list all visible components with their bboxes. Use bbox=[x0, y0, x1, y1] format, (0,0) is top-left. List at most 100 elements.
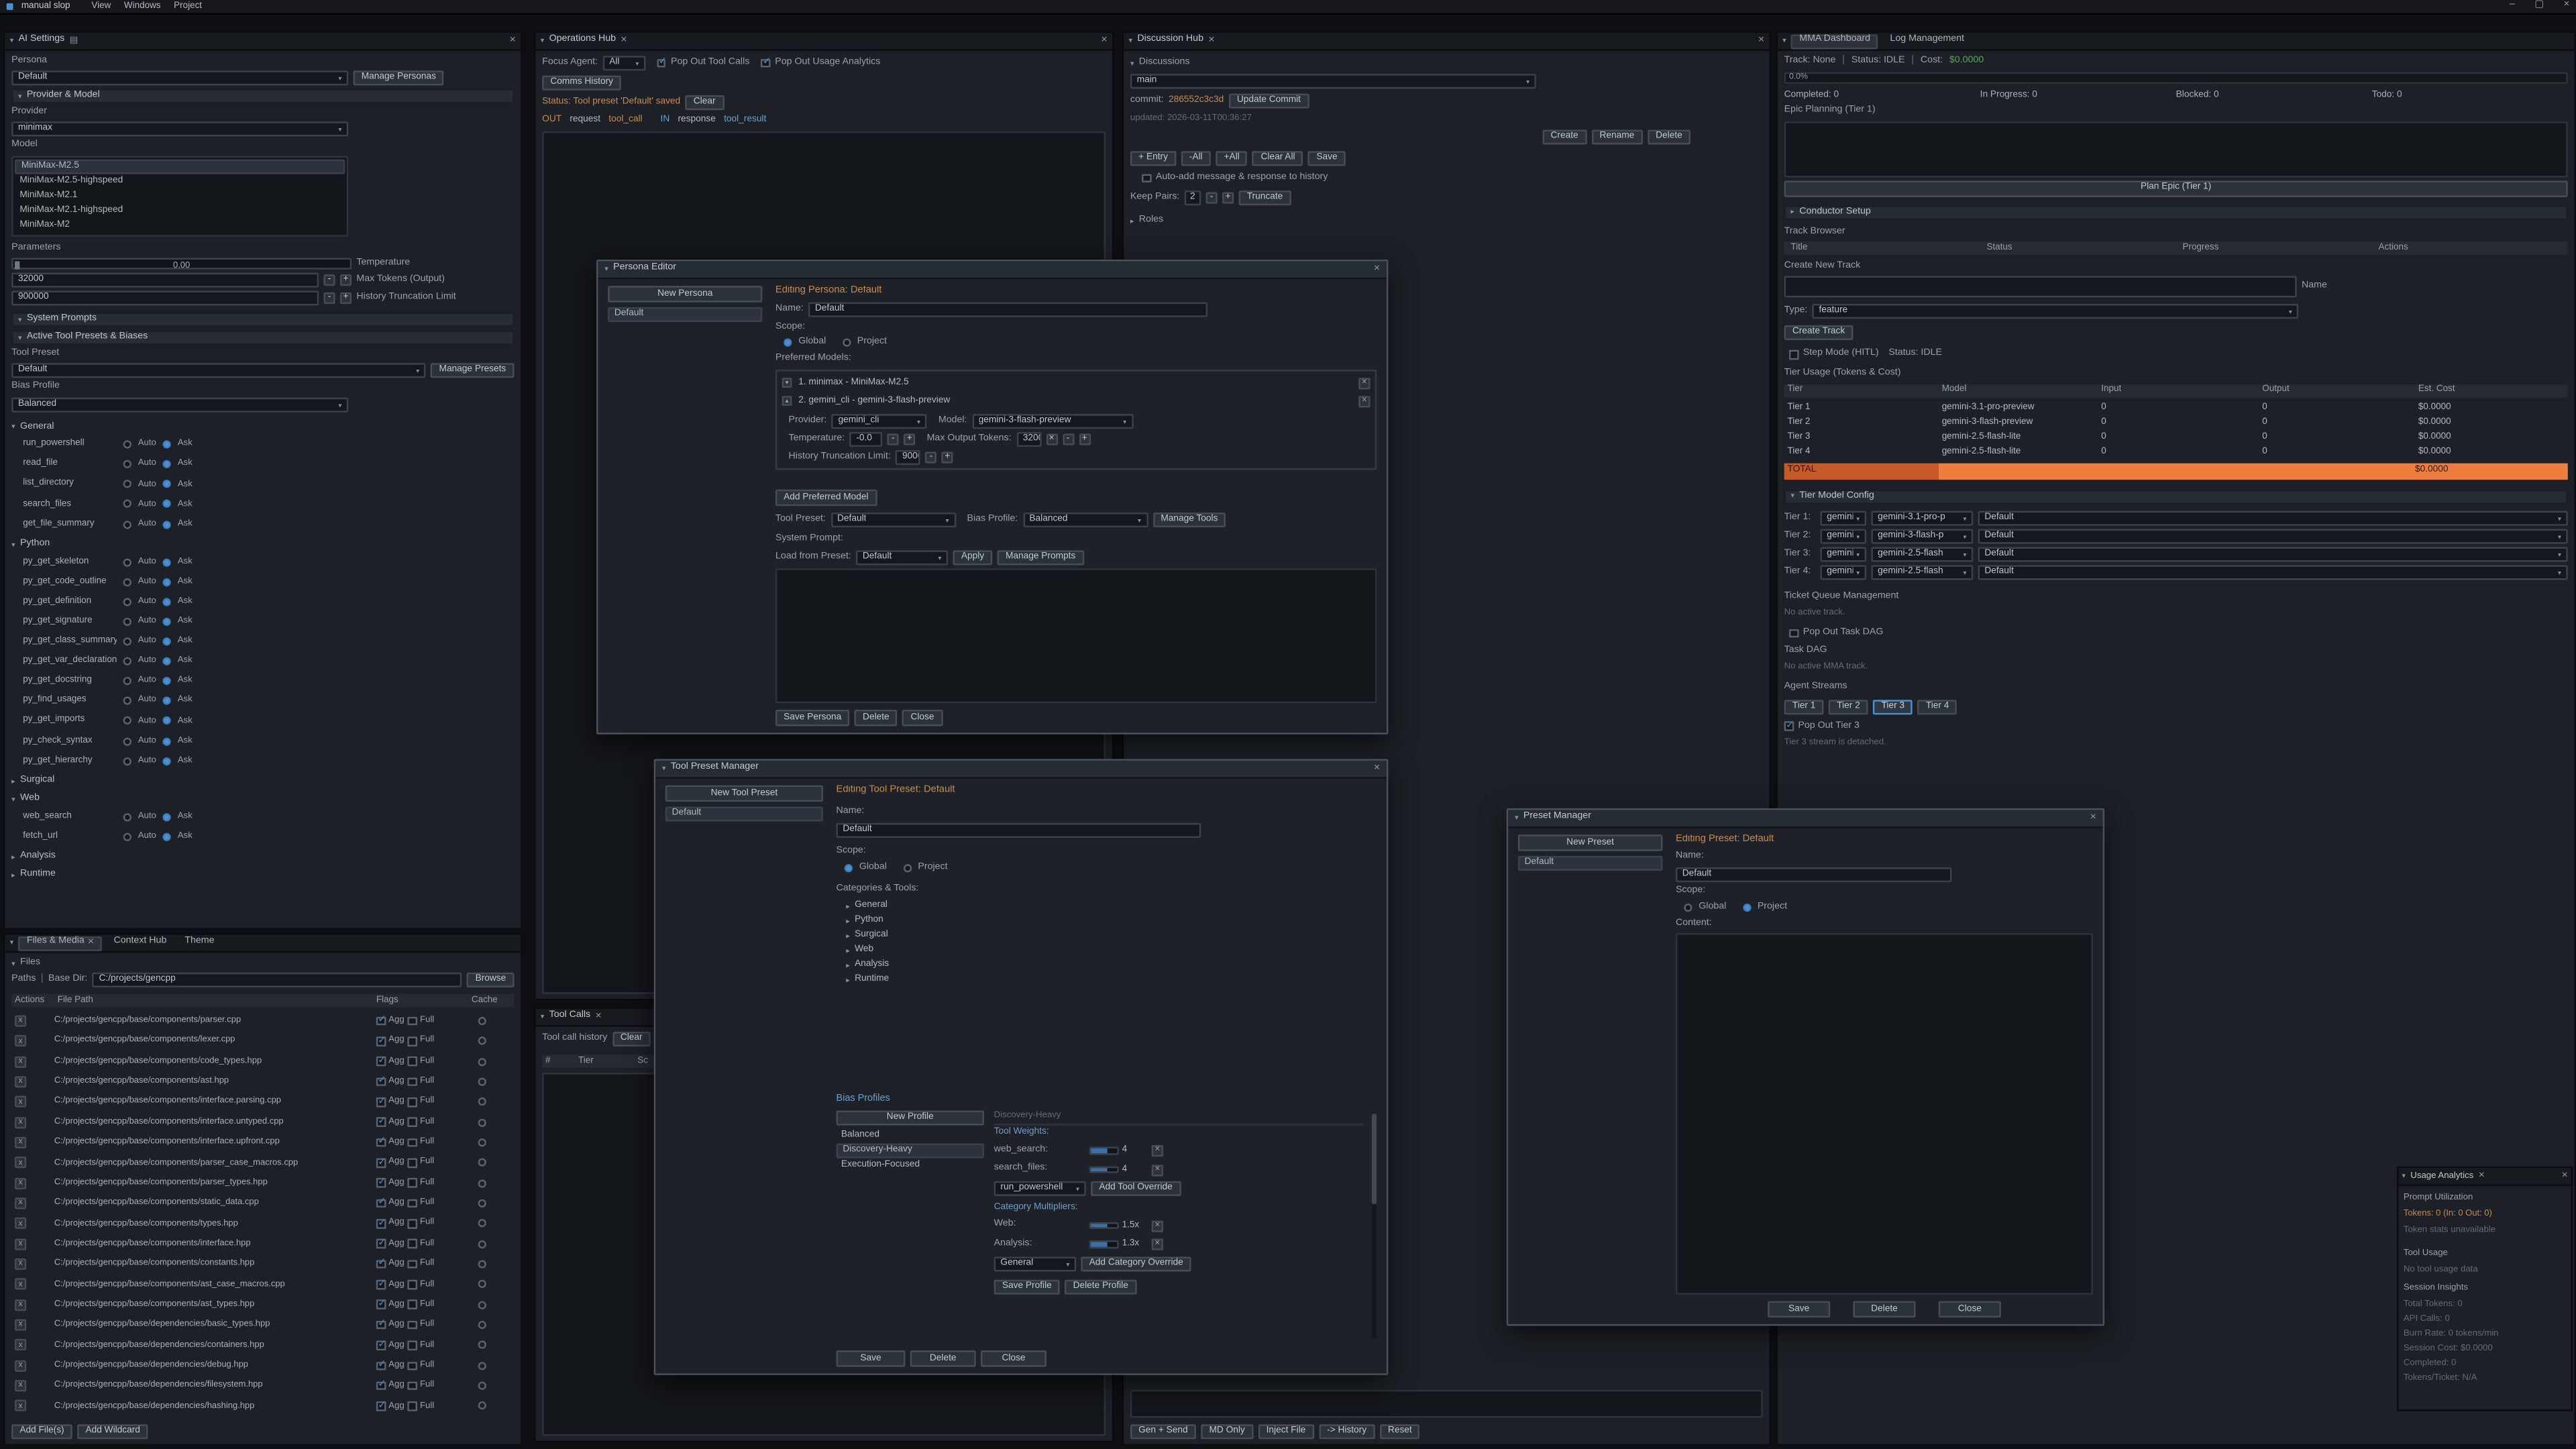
entry-clear-all-button[interactable]: Clear All bbox=[1252, 151, 1303, 166]
provider-model-section-header[interactable]: ▾Provider & Model bbox=[11, 89, 514, 104]
epic-planning-textarea[interactable] bbox=[1784, 121, 2568, 177]
model-option[interactable]: MiniMax-M2 bbox=[15, 218, 345, 233]
discussions-section-header[interactable]: ▾Discussions bbox=[1130, 56, 1763, 70]
ask-radio[interactable] bbox=[163, 637, 171, 645]
category-python[interactable]: ▸Python bbox=[837, 914, 1377, 929]
move-down-button[interactable]: ▼ bbox=[782, 378, 792, 388]
full-checkbox[interactable] bbox=[408, 1300, 417, 1309]
bias-profile-select[interactable]: Balanced▾ bbox=[1023, 512, 1148, 527]
close-dialog-button[interactable]: Close bbox=[902, 710, 943, 726]
full-checkbox[interactable] bbox=[408, 1159, 417, 1167]
agg-checkbox[interactable] bbox=[376, 1138, 385, 1146]
full-checkbox[interactable] bbox=[408, 1118, 417, 1126]
tab-context-hub[interactable]: Context Hub bbox=[107, 936, 174, 951]
message-input[interactable] bbox=[1130, 1390, 1763, 1418]
panel-close-icon[interactable]: × bbox=[2561, 1171, 2567, 1182]
pop-out-task-dag-checkbox[interactable] bbox=[1789, 629, 1798, 637]
tab-close-icon[interactable]: × bbox=[621, 36, 627, 46]
full-checkbox[interactable] bbox=[408, 1057, 417, 1066]
agg-checkbox[interactable] bbox=[376, 1199, 385, 1208]
compose-reset-button[interactable]: Reset bbox=[1380, 1424, 1420, 1439]
menu-icon[interactable]: ▤ bbox=[70, 36, 78, 47]
auto-radio[interactable] bbox=[123, 717, 131, 725]
remove-override-button[interactable]: × bbox=[1152, 1145, 1163, 1157]
stream-tab-tier-1[interactable]: Tier 1 bbox=[1784, 699, 1824, 714]
close-icon[interactable]: × bbox=[2564, 1, 2570, 13]
remove-override-button[interactable]: × bbox=[1152, 1239, 1163, 1250]
persona-editor-titlebar[interactable]: ▾ Persona Editor × bbox=[598, 261, 1387, 279]
delete-profile-button[interactable]: Delete Profile bbox=[1065, 1280, 1136, 1295]
remove-file-button[interactable]: x bbox=[15, 1076, 26, 1087]
remove-file-button[interactable]: x bbox=[15, 1137, 26, 1148]
agg-checkbox[interactable] bbox=[376, 1280, 385, 1289]
global-radio[interactable] bbox=[784, 339, 792, 347]
remove-file-button[interactable]: x bbox=[15, 1157, 26, 1169]
compose-inject-file-button[interactable]: Inject File bbox=[1258, 1424, 1313, 1439]
tier-model-select[interactable]: gemini-3-flash-p▾ bbox=[1871, 529, 1973, 544]
new-profile-button[interactable]: New Profile bbox=[837, 1110, 984, 1125]
auto-radio[interactable] bbox=[123, 578, 131, 586]
save-preset-button[interactable]: Save bbox=[1768, 1301, 1830, 1318]
track-type-select[interactable]: feature▾ bbox=[1813, 305, 2299, 319]
decrement-button[interactable]: - bbox=[1205, 193, 1217, 204]
increment-button[interactable]: + bbox=[340, 274, 352, 286]
full-checkbox[interactable] bbox=[408, 1341, 417, 1350]
update-commit-button[interactable]: Update Commit bbox=[1229, 94, 1309, 109]
decrement-button[interactable]: - bbox=[323, 274, 335, 286]
global-radio[interactable] bbox=[845, 864, 853, 872]
increment-button[interactable]: + bbox=[904, 433, 915, 445]
tool-group-runtime[interactable]: ▸Runtime bbox=[11, 868, 514, 883]
full-checkbox[interactable] bbox=[408, 1199, 417, 1208]
temperature-slider[interactable]: 0.00 bbox=[11, 258, 352, 270]
add-wildcard-button[interactable]: Add Wildcard bbox=[77, 1424, 148, 1439]
persona-option[interactable]: Default bbox=[608, 307, 762, 322]
tier-provider-select[interactable]: gemini▾ bbox=[1820, 566, 1866, 580]
auto-radio[interactable] bbox=[123, 598, 131, 606]
ask-radio[interactable] bbox=[163, 833, 171, 841]
decrement-button[interactable]: - bbox=[925, 451, 936, 463]
compose-gen-send-button[interactable]: Gen + Send bbox=[1130, 1424, 1196, 1439]
auto-radio[interactable] bbox=[123, 441, 131, 449]
ask-radio[interactable] bbox=[163, 558, 171, 566]
remove-file-button[interactable]: x bbox=[15, 1401, 26, 1412]
override-slider[interactable] bbox=[1089, 1222, 1119, 1230]
tab-close-icon[interactable]: × bbox=[596, 1012, 602, 1022]
agg-checkbox[interactable] bbox=[376, 1260, 385, 1269]
decrement-button[interactable]: - bbox=[888, 433, 899, 445]
agg-checkbox[interactable] bbox=[376, 1381, 385, 1390]
focus-agent-select[interactable]: All▾ bbox=[602, 56, 645, 70]
profile-option[interactable]: Balanced bbox=[837, 1128, 984, 1143]
full-checkbox[interactable] bbox=[408, 1138, 417, 1146]
agg-checkbox[interactable] bbox=[376, 1057, 385, 1066]
max-output-input[interactable]: 32000 bbox=[1016, 431, 1041, 446]
full-checkbox[interactable] bbox=[408, 1097, 417, 1106]
remove-file-button[interactable]: x bbox=[15, 1015, 26, 1026]
tier-preset-select[interactable]: Default▾ bbox=[1978, 511, 2568, 526]
auto-radio[interactable] bbox=[123, 678, 131, 686]
remove-override-button[interactable]: × bbox=[1152, 1164, 1163, 1175]
project-radio[interactable] bbox=[1743, 904, 1751, 912]
tier-provider-select[interactable]: gemini▾ bbox=[1820, 529, 1866, 544]
agg-checkbox[interactable] bbox=[376, 1077, 385, 1086]
remove-override-button[interactable]: × bbox=[1152, 1220, 1163, 1231]
full-checkbox[interactable] bbox=[408, 1361, 417, 1370]
delete-preset-button[interactable]: Delete bbox=[1853, 1301, 1915, 1318]
agg-checkbox[interactable] bbox=[376, 1097, 385, 1106]
override-slider[interactable] bbox=[1089, 1166, 1119, 1173]
auto-radio[interactable] bbox=[123, 558, 131, 566]
auto-radio[interactable] bbox=[123, 812, 131, 820]
panel-close-icon[interactable]: × bbox=[510, 36, 516, 46]
increment-button[interactable]: + bbox=[942, 451, 953, 463]
category-runtime[interactable]: ▸Runtime bbox=[837, 973, 1377, 988]
delete-discussion-button[interactable]: Delete bbox=[1648, 129, 1690, 144]
auto-radio[interactable] bbox=[123, 520, 131, 528]
tab-files-media[interactable]: Files & Media× bbox=[19, 936, 103, 951]
scrollbar-thumb[interactable] bbox=[1372, 1114, 1377, 1204]
ask-radio[interactable] bbox=[163, 697, 171, 705]
tool-group-surgical[interactable]: ▸Surgical bbox=[11, 774, 514, 789]
stream-tab-tier-2[interactable]: Tier 2 bbox=[1829, 699, 1868, 714]
auto-radio[interactable] bbox=[123, 757, 131, 765]
tier-preset-select[interactable]: Default▾ bbox=[1978, 547, 2568, 562]
history-limit-input[interactable]: 900000 bbox=[896, 449, 920, 464]
project-radio[interactable] bbox=[903, 864, 911, 872]
